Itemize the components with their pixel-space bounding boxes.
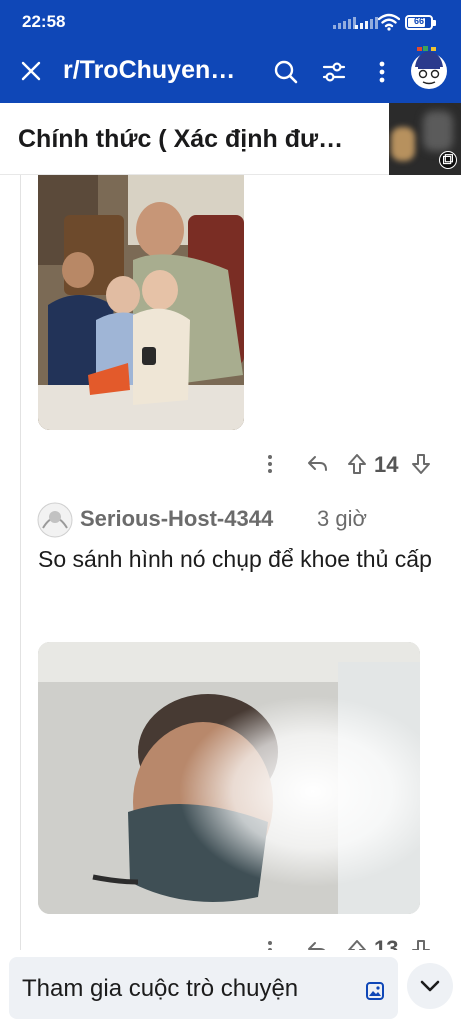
signal-icon xyxy=(333,17,356,29)
status-time: 22:58 xyxy=(22,12,66,31)
image-icon[interactable] xyxy=(365,981,385,1001)
filter-icon[interactable] xyxy=(320,58,348,86)
avatar[interactable] xyxy=(409,45,449,91)
bottom-bar: Tham gia cuộc trò chuyện xyxy=(0,950,461,1024)
chevron-down-icon xyxy=(420,980,440,992)
gallery-icon xyxy=(439,151,457,169)
thread-line xyxy=(20,175,21,955)
subreddit-title[interactable]: r/TroChuyen… xyxy=(63,56,263,85)
status-bar: 22:58 66 xyxy=(0,0,461,42)
search-icon[interactable] xyxy=(272,58,300,86)
battery-level: 66 xyxy=(413,16,424,26)
downvote-icon[interactable] xyxy=(410,452,432,476)
comment-text: So sánh hình nó chụp để khoe thủ cấp xyxy=(38,546,432,572)
post-title[interactable]: Chính thức ( Xác định đư… xyxy=(18,125,378,154)
close-icon[interactable] xyxy=(17,57,45,85)
comment-username[interactable]: Serious-Host-4344 xyxy=(80,506,273,532)
upvote-icon[interactable] xyxy=(346,452,368,476)
reply-icon[interactable] xyxy=(305,452,329,476)
wifi-icon xyxy=(378,13,400,31)
comment-time: 3 giờ xyxy=(317,506,367,531)
join-conversation-label: Tham gia cuộc trò chuyện xyxy=(22,975,299,1002)
vote-count: 14 xyxy=(374,452,399,477)
signal-icon-2 xyxy=(355,17,378,29)
user-avatar[interactable] xyxy=(37,502,73,538)
scroll-down-button[interactable] xyxy=(407,963,453,1009)
post-title-bar[interactable]: Chính thức ( Xác định đư… xyxy=(0,103,461,175)
app-bar: 22:58 66 r/TroChuyen… xyxy=(0,0,461,103)
join-conversation-input[interactable]: Tham gia cuộc trò chuyện xyxy=(9,957,398,1019)
comment-image-2[interactable] xyxy=(38,642,420,914)
comment-image-1[interactable] xyxy=(38,175,244,430)
post-thumbnail[interactable] xyxy=(389,103,461,175)
more-icon[interactable] xyxy=(368,58,396,86)
battery-icon: 66 xyxy=(405,15,436,30)
more-icon[interactable] xyxy=(261,452,279,476)
